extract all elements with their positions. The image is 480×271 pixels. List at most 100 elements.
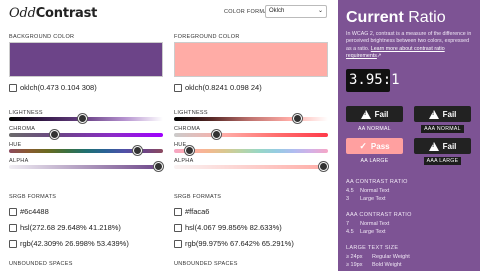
foreground-value: oklch(0.8241 0.098 24) <box>185 83 262 92</box>
check-icon: ✓ <box>359 140 367 151</box>
unbounded-spaces-label: UNBOUNDED SPACES <box>9 261 73 267</box>
lightness-thumb[interactable] <box>293 114 303 123</box>
aaa-normal-result: Fail <box>442 109 457 119</box>
copy-icon[interactable] <box>9 240 17 249</box>
copy-icon[interactable] <box>9 84 17 93</box>
bg-rgb-row[interactable]: rgb(42.309% 26.998% 53.439%) <box>9 239 129 249</box>
aaa-ratio-heading: AAA CONTRAST RATIO <box>346 212 412 218</box>
aa-large-label: AA LARGE <box>346 158 403 164</box>
alpha-track[interactable] <box>174 165 328 169</box>
aaa-large-desc: Large Text <box>360 229 386 235</box>
bg-hex-row[interactable]: #6c4488 <box>9 207 49 217</box>
aaa-normal-label: AAA NORMAL <box>414 125 471 133</box>
aa-normal-value: 4.5 <box>346 188 354 194</box>
copy-icon[interactable] <box>9 224 17 233</box>
fg-hsl: hsl(4.067 99.856% 82.633%) <box>185 223 282 232</box>
fg-hsl-row[interactable]: hsl(4.067 99.856% 82.633%) <box>174 223 282 233</box>
copy-icon[interactable] <box>174 240 182 249</box>
aa-ratio-heading: AA CONTRAST RATIO <box>346 179 408 185</box>
logo[interactable]: OddContrast <box>9 5 97 21</box>
aaa-normal-desc: Normal Text <box>360 221 390 227</box>
chevron-down-icon: ⌄ <box>317 8 323 14</box>
large-regular-row: ≥ 24px Regular Weight <box>346 254 410 260</box>
fg-hex: #ffaca6 <box>185 207 210 216</box>
chroma-label: CHROMA <box>174 126 201 132</box>
aa-normal-badge: Fail <box>346 106 403 122</box>
bg-rgb: rgb(42.309% 26.998% 53.439%) <box>20 239 129 248</box>
fg-rgb-row[interactable]: rgb(99.975% 67.642% 65.291%) <box>174 239 294 249</box>
hue-label: HUE <box>174 142 187 148</box>
panel-intro: In WCAG 2, contrast is a measure of the … <box>346 31 476 60</box>
chroma-thumb[interactable] <box>49 130 59 139</box>
aaa-normal-value: 7 <box>346 221 350 227</box>
header: OddContrast COLOR FORMAT Oklch ⌄ <box>0 0 338 26</box>
large-bold-value: ≥ 19px <box>346 262 363 268</box>
foreground-value-row[interactable]: oklch(0.8241 0.098 24) <box>174 83 328 94</box>
bg-chroma-slider[interactable]: CHROMA <box>9 126 163 140</box>
logo-odd: Odd <box>9 6 36 21</box>
chroma-track[interactable] <box>9 133 163 137</box>
aa-large-row: 3 Large Text <box>346 196 386 202</box>
large-bold-row: ≥ 19px Bold Weight <box>346 262 402 268</box>
srgb-formats-label: SRGB FORMATS <box>174 194 222 200</box>
copy-icon[interactable] <box>174 208 182 217</box>
aa-large-result: Pass <box>370 141 390 151</box>
aaa-normal-badge: Fail <box>414 106 471 122</box>
copy-icon[interactable] <box>174 224 182 233</box>
background-swatch[interactable] <box>9 42 163 77</box>
panel-title-rest: Ratio <box>408 9 446 26</box>
background-value-row[interactable]: oklch(0.473 0.104 308) <box>9 83 163 94</box>
fg-lightness-slider[interactable]: LIGHTNESS <box>174 110 328 124</box>
fg-hue-slider[interactable]: HUE <box>174 142 328 156</box>
color-format-select[interactable]: Oklch ⌄ <box>265 5 327 18</box>
lightness-label: LIGHTNESS <box>174 110 208 116</box>
hue-track[interactable] <box>174 149 328 153</box>
aa-normal-result: Fail <box>374 109 389 119</box>
bg-hsl-row[interactable]: hsl(272.68 29.648% 41.218%) <box>9 223 121 233</box>
aa-normal-desc: Normal Text <box>360 188 390 194</box>
bg-alpha-slider[interactable]: ALPHA <box>9 158 163 172</box>
aa-normal-label: AA NORMAL <box>346 126 403 132</box>
bg-hue-slider[interactable]: HUE <box>9 142 163 156</box>
background-color-label: BACKGROUND COLOR <box>9 34 75 40</box>
copy-icon[interactable] <box>174 84 182 93</box>
aaa-large-text: AAA LARGE <box>423 157 462 165</box>
aa-large-desc: Large Text <box>360 196 386 202</box>
external-link-icon: ↗ <box>376 52 382 59</box>
srgb-formats-label: SRGB FORMATS <box>9 194 57 200</box>
aaa-large-result: Fail <box>442 141 457 151</box>
lightness-thumb[interactable] <box>77 114 87 123</box>
large-regular-value: ≥ 24px <box>346 254 363 260</box>
aa-large-value: 3 <box>346 196 350 202</box>
alpha-thumb[interactable] <box>153 162 163 171</box>
alpha-thumb[interactable] <box>318 162 328 171</box>
foreground-swatch[interactable] <box>174 42 328 77</box>
fg-alpha-slider[interactable]: ALPHA <box>174 158 328 172</box>
fg-hex-row[interactable]: #ffaca6 <box>174 207 210 217</box>
copy-icon[interactable] <box>9 208 17 217</box>
fg-rgb: rgb(99.975% 67.642% 65.291%) <box>185 239 294 248</box>
current-ratio-panel: Current Ratio In WCAG 2, contrast is a m… <box>338 0 480 271</box>
aaa-normal-text: AAA NORMAL <box>421 125 464 133</box>
hue-thumb[interactable] <box>133 146 143 155</box>
lightness-track[interactable] <box>174 117 328 121</box>
aa-large-badge: ✓ Pass <box>346 138 403 154</box>
large-bold-desc: Bold Weight <box>372 262 402 268</box>
aaa-large-row: 4.5 Large Text <box>346 229 386 235</box>
alpha-track[interactable] <box>9 165 163 169</box>
warning-icon <box>360 109 371 119</box>
fg-chroma-slider[interactable]: CHROMA <box>174 126 328 140</box>
bg-lightness-slider[interactable]: LIGHTNESS <box>9 110 163 124</box>
aaa-large-label: AAA LARGE <box>414 157 471 165</box>
large-text-heading: LARGE TEXT SIZE <box>346 245 399 251</box>
bg-hex: #6c4488 <box>20 207 49 216</box>
ratio-display: 3.95:1 <box>346 69 400 92</box>
chroma-thumb[interactable] <box>211 130 221 139</box>
hue-thumb[interactable] <box>184 146 194 155</box>
aaa-large-badge: Fail <box>414 138 471 154</box>
panel-title-bold: Current <box>346 9 404 26</box>
bg-hsl: hsl(272.68 29.648% 41.218%) <box>20 223 121 232</box>
chroma-track[interactable] <box>174 133 328 137</box>
background-value: oklch(0.473 0.104 308) <box>20 83 97 92</box>
alpha-label: ALPHA <box>9 158 29 164</box>
